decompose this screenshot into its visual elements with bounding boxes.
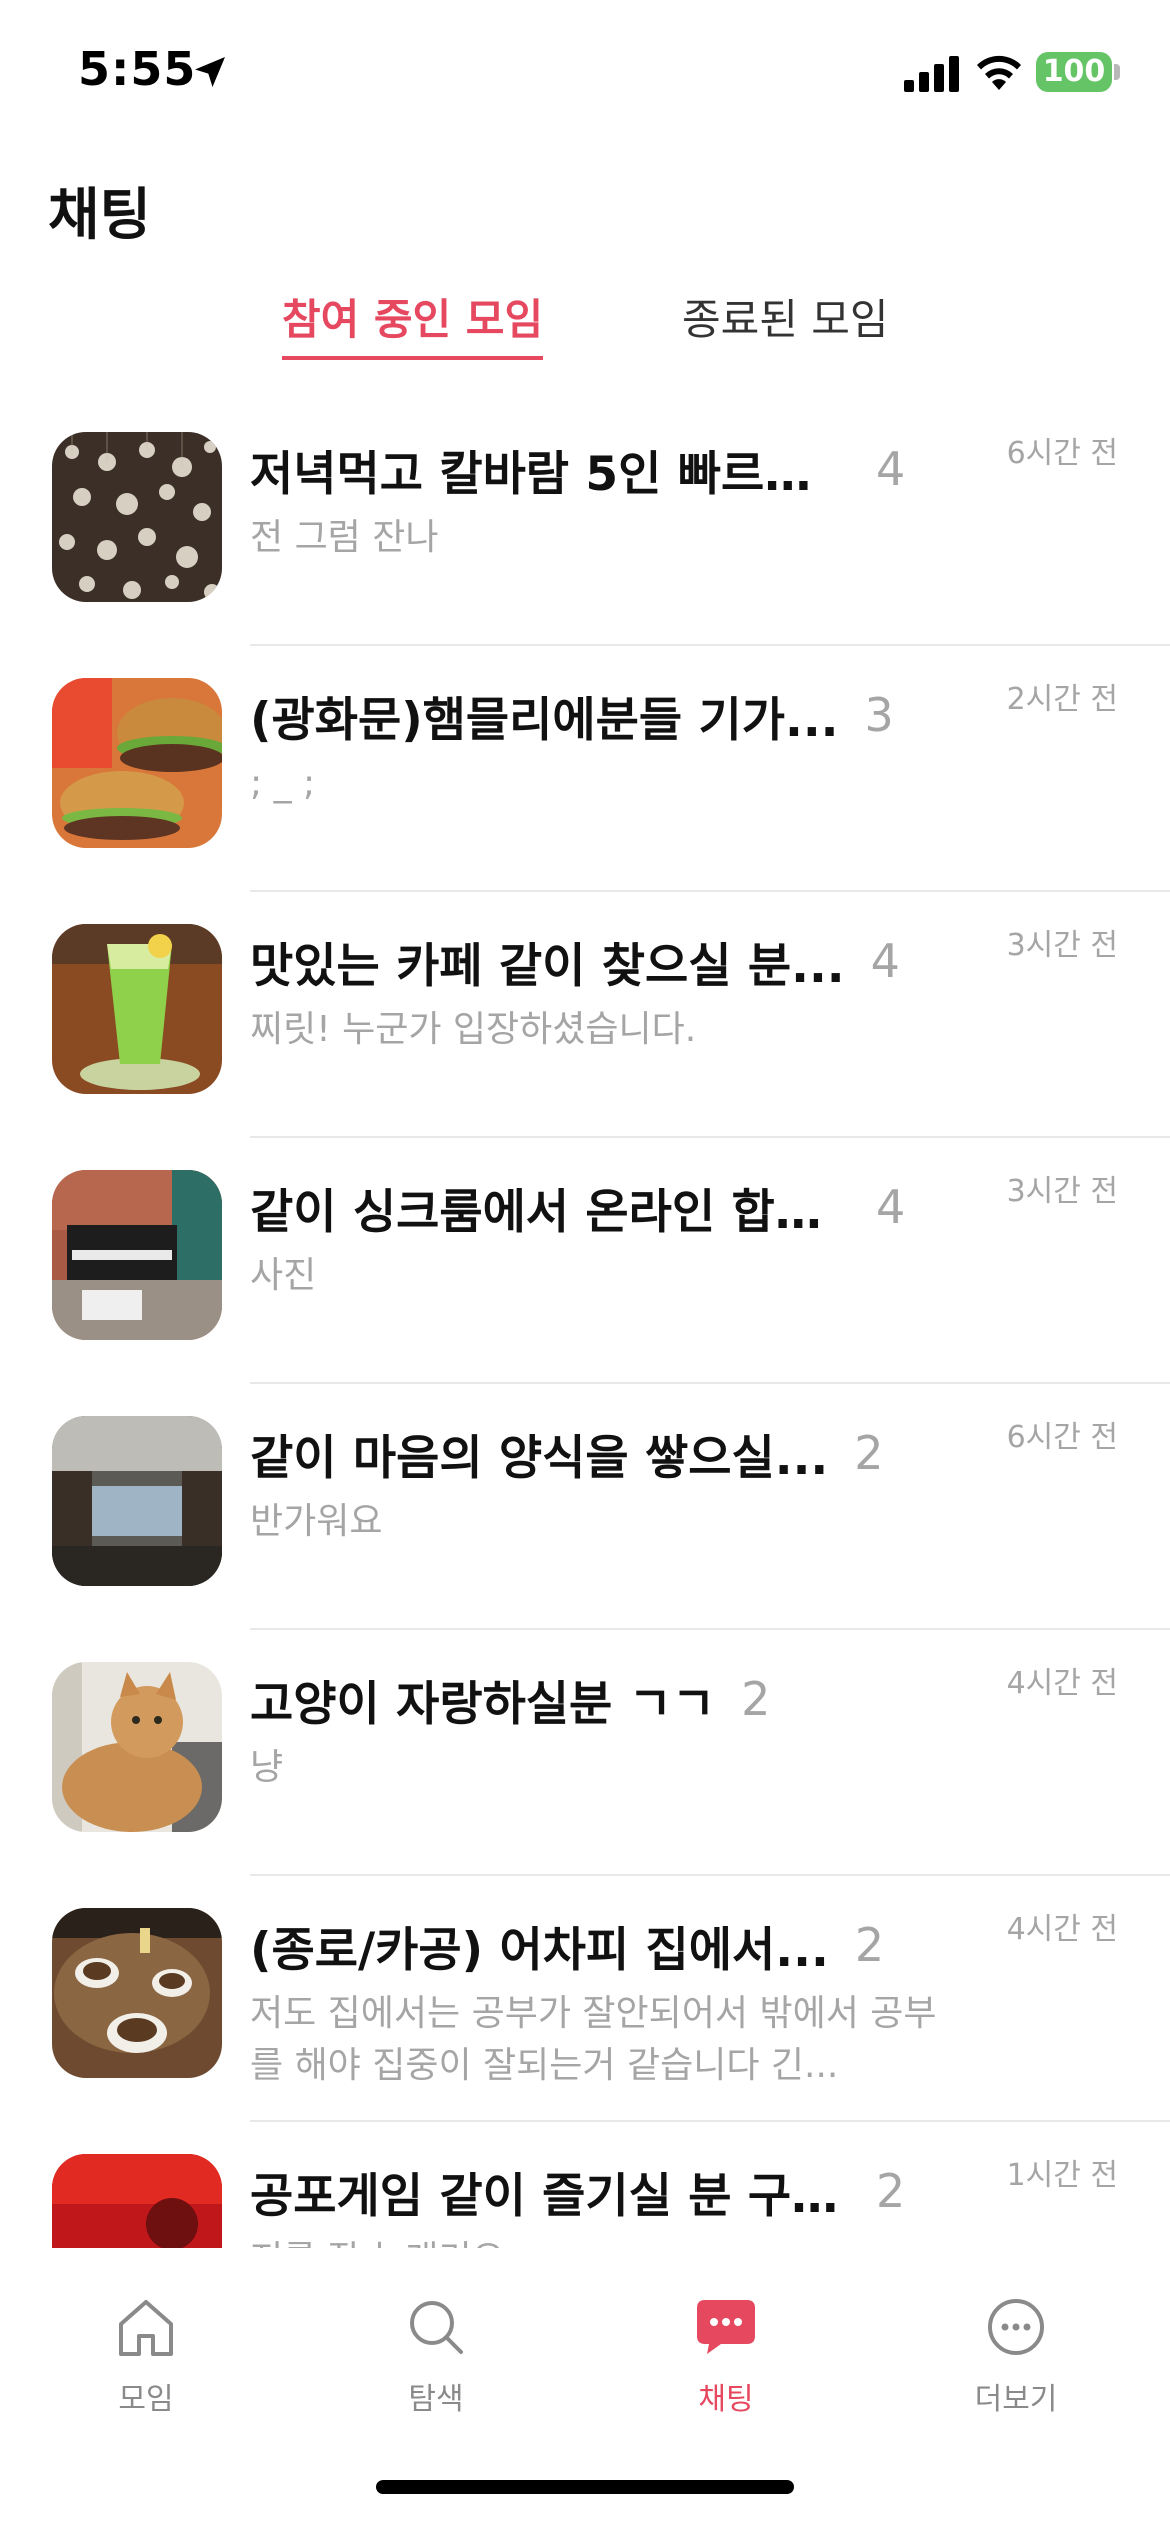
chat-avatar-photo [52, 1662, 222, 1832]
home-indicator[interactable] [376, 2480, 794, 2494]
chat-time: 6시간 전 [1006, 1420, 1118, 1455]
chat-time: 4시간 전 [1006, 1666, 1118, 1701]
member-count: 2 [741, 1672, 771, 1726]
nav-item-meetings[interactable]: 모임 [56, 2292, 236, 2442]
chat-title: (종로/카공) 어차피 집에서... [250, 1922, 829, 1978]
chat-item[interactable]: 맛있는 카페 같이 찾으실 분... 4 3시간 전 찌릿! 누군가 입장하셨습… [0, 892, 1170, 1138]
chat-time: 4시간 전 [1006, 1912, 1118, 1947]
chat-title: 공포게임 같이 즐기실 분 구해요 [250, 2168, 850, 2224]
chat-title-line: (광화문)햄믈리에분들 기가... 3 [250, 682, 970, 748]
chat-item[interactable]: 같이 싱크룸에서 온라인 합주... 4 3시간 전 사진 [0, 1138, 1170, 1384]
chat-item[interactable]: (종로/카공) 어차피 집에서... 2 4시간 전 저도 집에서는 공부가 잘… [0, 1876, 1170, 2122]
chat-title: (광화문)햄믈리에분들 기가... [250, 692, 839, 748]
chat-preview: 사진 [250, 1255, 317, 1296]
chat-list: 저녁먹고 칼바람 5인 빠르게... 4 6시간 전 전 그럼 잔나 (광화문)… [0, 400, 1170, 2248]
location-arrow-icon [195, 57, 225, 87]
page-title: 채팅 [48, 183, 152, 248]
chat-title-line: (종로/카공) 어차피 집에서... 2 [250, 1912, 970, 1978]
chat-avatar-photo [52, 2154, 222, 2248]
nav-label: 더보기 [974, 2382, 1058, 2417]
chat-avatar-photo [52, 1416, 222, 1586]
chat-title-line: 저녁먹고 칼바람 5인 빠르게... 4 [250, 436, 970, 502]
chat-avatar-photo [52, 1170, 222, 1340]
nav-item-chat[interactable]: 채팅 [636, 2292, 816, 2442]
chat-title-line: 공포게임 같이 즐기실 분 구해요 2 [250, 2158, 970, 2224]
chat-preview: 전 그럼 잔나 [250, 517, 439, 558]
chat-title: 같이 싱크룸에서 온라인 합주... [250, 1184, 850, 1240]
member-count: 4 [870, 934, 900, 988]
member-count: 4 [876, 442, 906, 496]
chat-title-line: 같이 싱크룸에서 온라인 합주... 4 [250, 1174, 970, 1240]
chat-time: 2시간 전 [1006, 682, 1118, 717]
chat-preview: ; _ ; [250, 763, 316, 804]
chat-bubble-icon [697, 2300, 755, 2354]
member-count: 2 [854, 1426, 884, 1480]
member-count: 2 [854, 1918, 885, 1972]
chat-title-line: 맛있는 카페 같이 찾으실 분... 4 [250, 928, 970, 994]
nav-item-more[interactable]: 더보기 [926, 2292, 1106, 2442]
chat-avatar-photo [52, 1908, 222, 2078]
nav-label: 채팅 [698, 2382, 754, 2417]
chat-preview: 찌릿! 누군가 입장하셨습니다. [250, 1009, 697, 1050]
nav-item-explore[interactable]: 탐색 [346, 2292, 526, 2442]
status-time: 5:55 [78, 42, 197, 96]
more-icon [988, 2299, 1044, 2355]
chat-preview: 저도 집에서는 공부가 잘안되어서 밖에서 공부를 해야 집중이 잘되는거 같습… [250, 1993, 937, 2086]
battery-cap [1114, 64, 1120, 80]
search-icon [410, 2301, 463, 2354]
chat-item[interactable]: 공포게임 같이 즐기실 분 구해요 2 1시간 전 저를 잘 놀래켜요 [0, 2122, 1170, 2248]
chat-time: 1시간 전 [1006, 2158, 1118, 2193]
chat-avatar-photo [52, 678, 222, 848]
chat-title: 같이 마음의 양식을 쌓으실... [250, 1430, 829, 1486]
battery-indicator: 100 [1036, 52, 1112, 92]
member-count: 3 [864, 688, 894, 742]
chat-title: 저녁먹고 칼바람 5인 빠르게... [250, 446, 850, 502]
tab-active-meetings[interactable]: 참여 중인 모임 [282, 286, 544, 360]
chat-title: 고양이 자랑하실분 ㄱㄱ [250, 1676, 716, 1732]
chat-title: 맛있는 카페 같이 찾으실 분... [250, 938, 845, 994]
cellular-signal-icon [904, 56, 959, 92]
chat-title-line: 같이 마음의 양식을 쌓으실... 2 [250, 1420, 970, 1486]
member-count: 2 [876, 2164, 906, 2218]
wifi-icon [977, 55, 1021, 90]
tab-ended-meetings[interactable]: 종료된 모임 [682, 286, 889, 360]
chat-avatar-photo [52, 432, 222, 602]
chat-time: 3시간 전 [1006, 928, 1118, 963]
chat-time: 6시간 전 [1006, 436, 1118, 471]
nav-label: 탐색 [408, 2382, 464, 2417]
chat-item[interactable]: 같이 마음의 양식을 쌓으실... 2 6시간 전 반가워요 [0, 1384, 1170, 1630]
chat-preview: 반가워요 [250, 1501, 383, 1542]
chat-preview: 저를 잘 놀래켜요 [250, 2234, 950, 2248]
chat-title-line: 고양이 자랑하실분 ㄱㄱ 2 [250, 1666, 970, 1732]
chat-preview: 냥 [250, 1747, 284, 1788]
home-icon [119, 2300, 173, 2356]
chat-item[interactable]: (광화문)햄믈리에분들 기가... 3 2시간 전 ; _ ; [0, 646, 1170, 892]
member-count: 4 [876, 1180, 906, 1234]
chat-time: 3시간 전 [1006, 1174, 1118, 1209]
chat-tabs: 참여 중인 모임 종료된 모임 [0, 280, 1170, 370]
chat-item[interactable]: 저녁먹고 칼바람 5인 빠르게... 4 6시간 전 전 그럼 잔나 [0, 400, 1170, 646]
status-bar: 5:55 100 [0, 0, 1170, 140]
chat-avatar-photo [52, 924, 222, 1094]
chat-item[interactable]: 고양이 자랑하실분 ㄱㄱ 2 4시간 전 냥 [0, 1630, 1170, 1876]
nav-label: 모임 [118, 2382, 174, 2417]
